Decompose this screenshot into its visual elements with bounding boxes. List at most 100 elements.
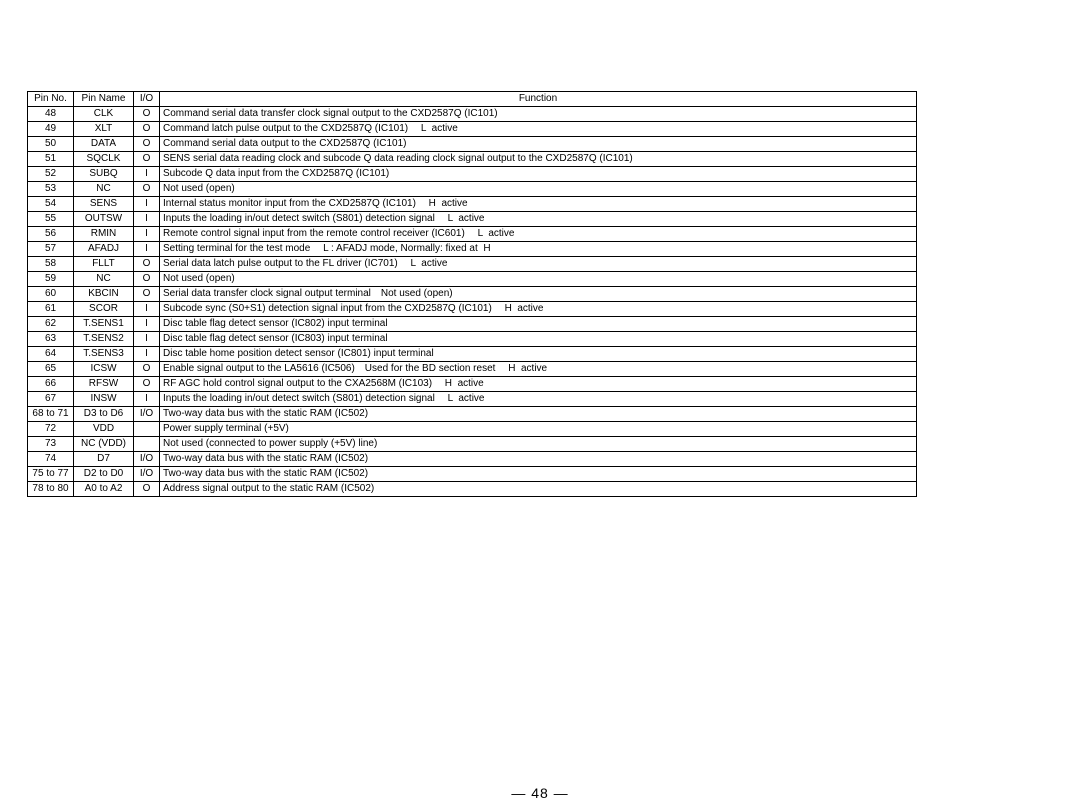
cell-io: I [134,167,160,182]
cell-pinname: AFADJ [74,242,134,257]
cell-pinname: SCOR [74,302,134,317]
cell-function: Not used (open) [160,272,917,287]
table-row: 72VDDPower supply terminal (+5V) [28,422,917,437]
cell-function: Command serial data transfer clock signa… [160,107,917,122]
table-row: 60KBCINOSerial data transfer clock signa… [28,287,917,302]
cell-pinno: 48 [28,107,74,122]
cell-io: I/O [134,452,160,467]
table-row: 49XLTOCommand latch pulse output to the … [28,122,917,137]
table-row: 55OUTSWIInputs the loading in/out detect… [28,212,917,227]
cell-io: O [134,482,160,497]
cell-io: O [134,287,160,302]
table-row: 68 to 71D3 to D6I/OTwo-way data bus with… [28,407,917,422]
table-row: 62T.SENS1IDisc table flag detect sensor … [28,317,917,332]
table-row: 57AFADJISetting terminal for the test mo… [28,242,917,257]
cell-pinno: 50 [28,137,74,152]
col-header-io: I/O [134,92,160,107]
cell-pinname: T.SENS1 [74,317,134,332]
col-header-pinname: Pin Name [74,92,134,107]
cell-pinno: 59 [28,272,74,287]
cell-function: Two-way data bus with the static RAM (IC… [160,407,917,422]
cell-pinname: DATA [74,137,134,152]
table-row: 65ICSWOEnable signal output to the LA561… [28,362,917,377]
cell-pinno: 53 [28,182,74,197]
cell-pinname: D3 to D6 [74,407,134,422]
cell-pinname: RMIN [74,227,134,242]
cell-function: Address signal output to the static RAM … [160,482,917,497]
cell-function: Two-way data bus with the static RAM (IC… [160,467,917,482]
cell-pinname: VDD [74,422,134,437]
table-row: 51SQCLKOSENS serial data reading clock a… [28,152,917,167]
cell-pinname: XLT [74,122,134,137]
cell-io: O [134,257,160,272]
table-row: 52SUBQISubcode Q data input from the CXD… [28,167,917,182]
cell-pinno: 66 [28,377,74,392]
cell-function: Internal status monitor input from the C… [160,197,917,212]
cell-pinname: NC (VDD) [74,437,134,452]
cell-pinname: SQCLK [74,152,134,167]
cell-io: O [134,377,160,392]
cell-pinno: 67 [28,392,74,407]
cell-pinname: A0 to A2 [74,482,134,497]
cell-io: O [134,137,160,152]
cell-pinname: ICSW [74,362,134,377]
cell-function: Two-way data bus with the static RAM (IC… [160,452,917,467]
table-row: 78 to 80A0 to A2OAddress signal output t… [28,482,917,497]
cell-function: Inputs the loading in/out detect switch … [160,392,917,407]
cell-function: Inputs the loading in/out detect switch … [160,212,917,227]
cell-pinname: D2 to D0 [74,467,134,482]
table-row: 50DATAOCommand serial data output to the… [28,137,917,152]
col-header-function: Function [160,92,917,107]
cell-function: Setting terminal for the test mode L : A… [160,242,917,257]
cell-io: O [134,182,160,197]
cell-function: Serial data latch pulse output to the FL… [160,257,917,272]
table-row: 53NCONot used (open) [28,182,917,197]
table-row: 61SCORISubcode sync (S0+S1) detection si… [28,302,917,317]
table-row: 66RFSWORF AGC hold control signal output… [28,377,917,392]
cell-pinno: 75 to 77 [28,467,74,482]
cell-function: RF AGC hold control signal output to the… [160,377,917,392]
cell-function: Not used (connected to power supply (+5V… [160,437,917,452]
cell-pinno: 52 [28,167,74,182]
cell-io: O [134,107,160,122]
cell-io: I [134,347,160,362]
cell-pinno: 58 [28,257,74,272]
cell-io: I/O [134,467,160,482]
table-row: 58FLLTOSerial data latch pulse output to… [28,257,917,272]
cell-io: I [134,227,160,242]
col-header-pinno: Pin No. [28,92,74,107]
table-row: 67INSWIInputs the loading in/out detect … [28,392,917,407]
cell-function: Command latch pulse output to the CXD258… [160,122,917,137]
cell-pinno: 62 [28,317,74,332]
cell-io: O [134,122,160,137]
cell-pinname: SUBQ [74,167,134,182]
cell-io: I [134,242,160,257]
cell-function: SENS serial data reading clock and subco… [160,152,917,167]
cell-io [134,422,160,437]
cell-io: I [134,212,160,227]
cell-function: Serial data transfer clock signal output… [160,287,917,302]
cell-pinname: CLK [74,107,134,122]
cell-function: Subcode sync (S0+S1) detection signal in… [160,302,917,317]
cell-pinname: D7 [74,452,134,467]
cell-pinno: 68 to 71 [28,407,74,422]
cell-pinname: SENS [74,197,134,212]
cell-io: I [134,392,160,407]
cell-pinname: RFSW [74,377,134,392]
cell-function: Not used (open) [160,182,917,197]
cell-pinno: 64 [28,347,74,362]
cell-pinno: 78 to 80 [28,482,74,497]
cell-pinno: 65 [28,362,74,377]
cell-io: O [134,362,160,377]
page-number: — 48 — [0,785,1080,801]
cell-pinname: KBCIN [74,287,134,302]
cell-pinno: 61 [28,302,74,317]
cell-pinno: 49 [28,122,74,137]
cell-function: Power supply terminal (+5V) [160,422,917,437]
table-row: 73NC (VDD)Not used (connected to power s… [28,437,917,452]
cell-io: I [134,197,160,212]
cell-pinno: 51 [28,152,74,167]
cell-pinno: 56 [28,227,74,242]
cell-pinno: 63 [28,332,74,347]
table-row: 74D7I/OTwo-way data bus with the static … [28,452,917,467]
